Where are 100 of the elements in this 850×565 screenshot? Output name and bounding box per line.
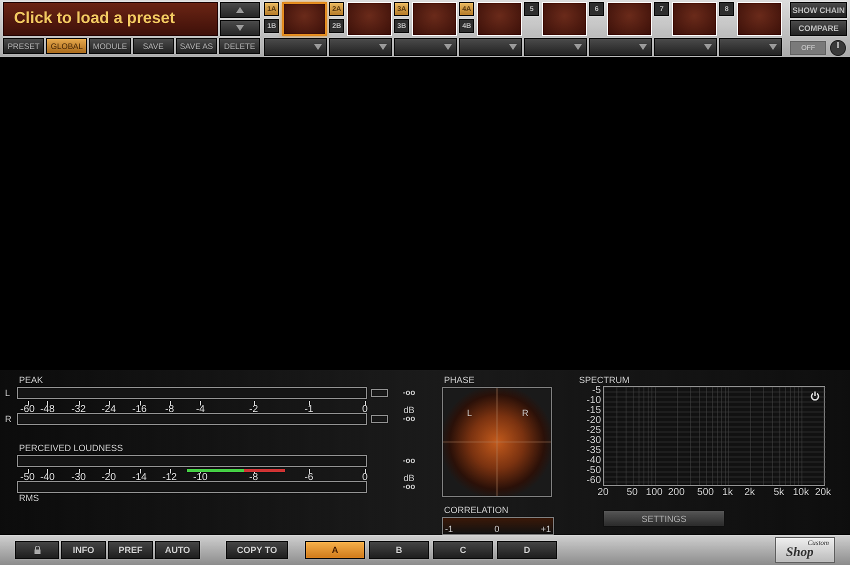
dropdown-arrow-icon bbox=[314, 44, 322, 50]
module-dropdown[interactable] bbox=[394, 38, 458, 56]
axis-label: -60 bbox=[586, 476, 601, 486]
module-dropdown[interactable] bbox=[719, 38, 782, 56]
toolbar-button[interactable]: INFO bbox=[61, 541, 106, 559]
module-dropdown[interactable] bbox=[264, 38, 328, 56]
header-button[interactable]: SHOW CHAIN bbox=[790, 2, 847, 18]
module-slot[interactable] bbox=[282, 2, 328, 36]
unit-label: dB bbox=[402, 405, 416, 415]
axis-label: -50 bbox=[586, 466, 601, 476]
phase-title: PHASE bbox=[444, 375, 476, 386]
axis-label: -40 bbox=[586, 456, 601, 466]
dropdown-arrow-icon bbox=[509, 44, 518, 50]
axis-label: 100 bbox=[646, 487, 663, 498]
correlation-label: -1 bbox=[445, 524, 454, 534]
scale-label: -24 bbox=[101, 404, 116, 415]
clip-indicator bbox=[371, 388, 388, 396]
scale-label: 0 bbox=[362, 404, 368, 415]
axis-label: -25 bbox=[586, 426, 601, 436]
dropdown-arrow-icon bbox=[444, 44, 452, 50]
down-arrow-icon bbox=[236, 25, 244, 31]
scale-label: -30 bbox=[71, 472, 86, 483]
peak-reading: -oo bbox=[402, 388, 416, 397]
channel-label: R bbox=[5, 414, 12, 424]
preset-button[interactable]: GLOBAL bbox=[46, 38, 88, 54]
phase-left-label: L bbox=[467, 408, 472, 418]
axis-label: -20 bbox=[586, 416, 601, 426]
preset-button[interactable]: PRESET bbox=[3, 38, 44, 54]
snapshot-button[interactable]: B bbox=[369, 541, 429, 559]
axis-label: 10k bbox=[792, 487, 809, 498]
axis-label: -15 bbox=[586, 406, 601, 416]
scale-label: -1 bbox=[304, 404, 314, 415]
copy-to-button[interactable]: COPY TO bbox=[226, 541, 288, 559]
axis-label: -10 bbox=[586, 396, 601, 406]
axis-label: 500 bbox=[697, 487, 714, 498]
peak-title: PEAK bbox=[19, 375, 44, 386]
scale-label: -8 bbox=[249, 472, 258, 483]
dropdown-arrow-icon bbox=[379, 44, 388, 50]
module-dropdown[interactable] bbox=[524, 38, 588, 56]
scale-label: -4 bbox=[196, 404, 205, 415]
module-dropdown[interactable] bbox=[589, 38, 652, 56]
axis-label: 2k bbox=[744, 487, 755, 498]
dropdown-arrow-icon bbox=[769, 44, 778, 50]
module-dropdown[interactable] bbox=[654, 38, 718, 56]
axis-label: -35 bbox=[586, 446, 601, 456]
loudness-title: PERCEIVED LOUDNESS bbox=[19, 443, 124, 454]
toolbar-button[interactable]: AUTO bbox=[155, 541, 200, 559]
module-dropdown[interactable] bbox=[329, 38, 392, 56]
scale-label: -32 bbox=[71, 404, 86, 415]
phase-right-label: R bbox=[522, 408, 528, 418]
preset-button[interactable]: MODULE bbox=[89, 38, 131, 54]
loudness-reading: -oo bbox=[402, 456, 416, 465]
unit-label: dB bbox=[402, 473, 416, 483]
axis-label: -5 bbox=[591, 386, 601, 396]
correlation-label: 0 bbox=[494, 524, 500, 534]
scale-label: -2 bbox=[249, 404, 258, 415]
settings-button[interactable]: SETTINGS bbox=[603, 510, 725, 527]
scale-label: -8 bbox=[165, 404, 174, 415]
clip-indicator bbox=[371, 414, 388, 422]
axis-label: 20 bbox=[597, 487, 609, 498]
preset-down-button[interactable] bbox=[220, 20, 260, 36]
snapshot-button[interactable]: C bbox=[433, 541, 493, 559]
dropdown-arrow-icon bbox=[639, 44, 648, 50]
power-icon[interactable] bbox=[810, 391, 820, 401]
logo-text: Shop bbox=[786, 544, 814, 560]
axis-label: -30 bbox=[586, 436, 601, 446]
preset-button[interactable]: SAVE bbox=[132, 38, 174, 54]
preset-display[interactable]: Click to load a preset bbox=[3, 2, 218, 36]
scale-label: -12 bbox=[162, 472, 177, 483]
axis-label: 200 bbox=[668, 487, 685, 498]
preset-up-button[interactable] bbox=[220, 2, 260, 18]
scale-label: -6 bbox=[304, 472, 314, 483]
rms-label: RMS bbox=[19, 493, 40, 504]
dropdown-arrow-icon bbox=[704, 44, 712, 50]
snapshot-button[interactable]: A bbox=[305, 541, 365, 559]
rms-reading: -oo bbox=[402, 482, 416, 491]
preset-button[interactable]: SAVE AS bbox=[176, 38, 218, 54]
snapshot-button[interactable]: D bbox=[497, 541, 557, 559]
lock-icon bbox=[34, 546, 40, 554]
axis-label: 5k bbox=[774, 487, 784, 498]
correlation-title: CORRELATION bbox=[444, 505, 510, 516]
axis-label: 50 bbox=[626, 487, 638, 498]
scale-label: -14 bbox=[132, 472, 147, 483]
scale-label: -48 bbox=[40, 404, 55, 415]
scale-label: -50 bbox=[20, 472, 35, 483]
dropdown-arrow-icon bbox=[574, 44, 582, 50]
spectrum-title: SPECTRUM bbox=[579, 375, 631, 386]
scale-label: -60 bbox=[20, 404, 35, 415]
scale-label: -16 bbox=[132, 404, 147, 415]
preset-button[interactable]: DELETE bbox=[219, 38, 260, 54]
up-arrow-icon bbox=[236, 7, 244, 13]
correlation-label: +1 bbox=[540, 524, 551, 534]
lock-button[interactable] bbox=[15, 541, 59, 559]
toolbar-button[interactable]: PREF bbox=[108, 541, 153, 559]
module-dropdown[interactable] bbox=[459, 38, 522, 56]
axis-label: 20k bbox=[814, 487, 832, 498]
peak-reading: -oo bbox=[402, 414, 416, 423]
header-button[interactable]: COMPARE bbox=[790, 20, 847, 36]
knob[interactable] bbox=[830, 40, 846, 56]
scale-label: 0 bbox=[362, 472, 368, 483]
